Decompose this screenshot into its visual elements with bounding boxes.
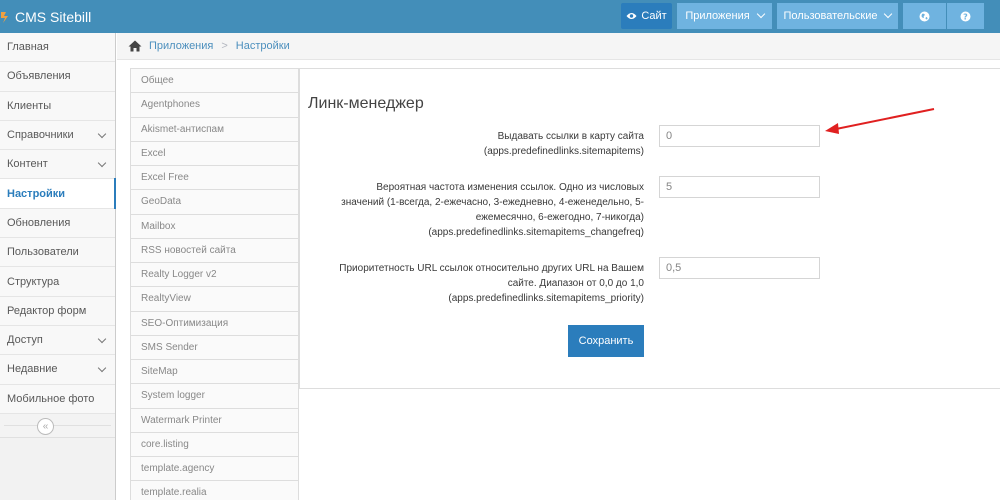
settings-submenu: Общее Agentphones Akismet-антиспам Excel… [130, 68, 299, 500]
sidebar-item-label: Контент [7, 158, 48, 171]
submenu-item[interactable]: GeoData [130, 190, 299, 215]
help-button[interactable]: ? [947, 3, 984, 29]
submenu-item[interactable]: Watermark Printer [130, 408, 299, 433]
sidebar-item-label: Доступ [7, 334, 43, 347]
sidebar-item-label: Редактор форм [7, 304, 87, 317]
sidebar-item-structure[interactable]: Структура [0, 267, 115, 297]
sidebar-collapse-bar: « [0, 413, 115, 438]
site-button[interactable]: Сайт [621, 3, 672, 29]
sidebar-item-listings[interactable]: Объявления [0, 62, 115, 92]
logo-icon [1, 11, 8, 23]
submenu-item[interactable]: Mailbox [130, 214, 299, 239]
chevron-down-icon [884, 9, 893, 19]
sidebar: Главная Объявления Клиенты Справочники К… [0, 33, 116, 500]
users-dropdown[interactable]: Пользовательские [777, 3, 898, 29]
sidebar-item-form-editor[interactable]: Редактор форм [0, 296, 115, 326]
svg-text:?: ? [963, 12, 968, 21]
submenu-item[interactable]: Excel Free [130, 166, 299, 191]
site-button-label: Сайт [641, 10, 667, 22]
breadcrumb-apps-link[interactable]: Приложения [149, 40, 213, 52]
home-icon[interactable] [128, 40, 142, 52]
submenu-item[interactable]: core.listing [130, 432, 299, 457]
breadcrumb-settings-link[interactable]: Настройки [236, 40, 290, 52]
globe-icon [919, 11, 930, 21]
priority-input[interactable] [659, 257, 820, 279]
submenu-item[interactable]: SiteMap [130, 360, 299, 385]
globe-button[interactable] [903, 3, 946, 29]
sidebar-item-label: Структура [7, 275, 60, 288]
sidebar-item-references[interactable]: Справочники [0, 120, 115, 151]
label-line: сайте. Диапазон от 0,0 до 1,0 [507, 278, 644, 289]
sidebar-item-clients[interactable]: Клиенты [0, 91, 115, 121]
sidebar-item-label: Главная [7, 41, 49, 54]
users-dropdown-label: Пользовательские [783, 10, 878, 22]
label-line: Вероятная частота изменения ссылок. Одно… [376, 182, 644, 193]
sidebar-item-settings[interactable]: Настройки [0, 178, 116, 210]
sidebar-item-access[interactable]: Доступ [0, 325, 115, 356]
label-line: (apps.predefinedlinks.sitemapitems_prior… [448, 293, 644, 304]
submenu-item[interactable]: Agentphones [130, 93, 299, 118]
chevron-down-icon [756, 9, 765, 19]
save-button[interactable]: Сохранить [568, 325, 644, 357]
sidebar-item-mobile-photo[interactable]: Мобильное фото [0, 384, 115, 414]
breadcrumb-separator: > [221, 40, 228, 52]
label-line: Приоритетность URL ссылок относительно д… [339, 263, 644, 274]
sidebar-item-label: Настройки [7, 187, 66, 200]
eye-icon [626, 13, 637, 19]
submenu-item[interactable]: template.agency [130, 457, 299, 482]
submenu-item[interactable]: SMS Sender [130, 335, 299, 360]
chevron-down-icon [97, 129, 107, 138]
sidebar-item-home[interactable]: Главная [0, 33, 115, 63]
submenu-item[interactable]: template.realia [130, 481, 299, 500]
sidebar-item-content[interactable]: Контент [0, 150, 115, 180]
top-navbar: CMS Sitebill Сайт Приложения Пользовател… [0, 0, 1000, 33]
submenu-item[interactable]: RSS новостей сайта [130, 238, 299, 263]
brand-title: CMS Sitebill [15, 8, 92, 25]
sitemapitems-input[interactable] [659, 125, 820, 147]
submenu-item[interactable]: Общее [130, 69, 299, 94]
sidebar-item-label: Пользователи [7, 246, 79, 259]
submenu-item[interactable]: Realty Logger v2 [130, 263, 299, 288]
sidebar-item-updates[interactable]: Обновления [0, 208, 115, 239]
changefreq-input[interactable] [659, 176, 820, 198]
field-label-changefreq: Вероятная частота изменения ссылок. Одно… [341, 180, 644, 240]
submenu-item[interactable]: Excel [130, 141, 299, 166]
question-icon: ? [960, 11, 971, 21]
sidebar-item-label: Мобильное фото [7, 392, 95, 405]
chevron-down-icon [97, 158, 107, 168]
label-line: (apps.predefinedlinks.sitemapitems) [483, 146, 644, 157]
submenu-item[interactable]: RealtyView [130, 287, 299, 312]
chevron-down-icon [97, 363, 107, 373]
collapse-sidebar-icon[interactable]: « [37, 417, 54, 435]
submenu-item[interactable]: System logger [130, 384, 299, 409]
sidebar-item-recent[interactable]: Недавние [0, 355, 115, 385]
sidebar-item-users[interactable]: Пользователи [0, 238, 115, 268]
sidebar-item-label: Клиенты [7, 99, 52, 112]
breadcrumb: Приложения > Настройки [117, 33, 1000, 60]
submenu-item[interactable]: SEO-Оптимизация [130, 311, 299, 336]
sidebar-item-label: Недавние [7, 363, 58, 376]
label-line: (apps.predefinedlinks.sitemapitems_chang… [428, 227, 644, 238]
page-title: Линк-менеджер [308, 95, 424, 112]
field-label-sitemapitems: Выдавать ссылки в карту сайта (apps.pred… [484, 129, 644, 159]
sidebar-item-label: Объявления [7, 70, 71, 83]
brand[interactable]: CMS Sitebill [0, 0, 91, 33]
apps-dropdown[interactable]: Приложения [677, 3, 772, 29]
sidebar-item-label: Обновления [7, 216, 71, 229]
field-label-priority: Приоритетность URL ссылок относительно д… [339, 261, 644, 306]
sidebar-item-label: Справочники [7, 129, 74, 142]
label-line: Выдавать ссылки в карту сайта [497, 131, 644, 142]
submenu-item[interactable]: Akismet-антиспам [130, 117, 299, 142]
chevron-down-icon [97, 334, 107, 343]
apps-dropdown-label: Приложения [685, 10, 750, 22]
red-arrow-annotation [825, 108, 935, 134]
label-line: значений (1-всегда, 2-ежечасно, 3-ежедне… [341, 197, 644, 208]
label-line: ежемесячно, 6-ежегодно, 7-никогда) [475, 212, 644, 223]
